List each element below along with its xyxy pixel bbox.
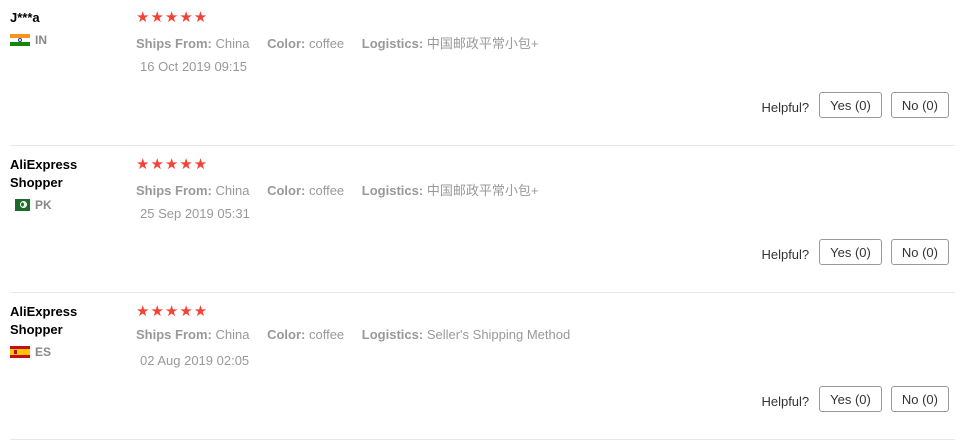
helpful-vote: Helpful? Yes (0) No (0) bbox=[761, 92, 949, 118]
review-item: AliExpress Shopper ES ★★★★★ Ships From: … bbox=[10, 294, 955, 440]
review-date: 02 Aug 2019 02:05 bbox=[140, 353, 250, 368]
logistics-value: Seller's Shipping Method bbox=[426, 327, 571, 342]
ships-from-label: Ships From: bbox=[136, 183, 212, 198]
logistics-label: Logistics: bbox=[361, 327, 424, 342]
reviewer-name: J***a bbox=[10, 10, 40, 25]
helpful-yes-button[interactable]: Yes (0) bbox=[819, 239, 882, 265]
helpful-no-button[interactable]: No (0) bbox=[890, 239, 949, 265]
review-meta: Ships From: China Color: coffee Logistic… bbox=[136, 327, 584, 342]
ships-from-label: Ships From: bbox=[136, 327, 212, 342]
reviewer-info: J***a IN bbox=[10, 9, 120, 47]
review-item: J***a IN ★★★★★ Ships From: China Color: … bbox=[10, 0, 955, 146]
logistics-value: 中国邮政平常小包+ bbox=[426, 36, 539, 51]
color-value: coffee bbox=[308, 36, 345, 51]
helpful-yes-button[interactable]: Yes (0) bbox=[819, 386, 882, 412]
reviewer-name: AliExpress Shopper bbox=[10, 157, 78, 190]
helpful-label: Helpful? bbox=[761, 393, 810, 409]
rating-stars: ★★★★★ bbox=[136, 9, 209, 26]
india-flag-icon bbox=[10, 34, 30, 46]
logistics-label: Logistics: bbox=[361, 36, 424, 51]
color-value: coffee bbox=[308, 327, 345, 342]
country-code: IN bbox=[35, 33, 47, 47]
ships-from-label: Ships From: bbox=[136, 36, 212, 51]
spain-flag-icon bbox=[10, 346, 30, 358]
review-item: AliExpress Shopper PK ★★★★★ Ships From: … bbox=[10, 147, 955, 293]
pakistan-flag-icon bbox=[10, 199, 30, 211]
ships-from-value: China bbox=[215, 327, 250, 342]
reviewer-info: AliExpress Shopper ES bbox=[10, 303, 120, 359]
logistics-label: Logistics: bbox=[361, 183, 424, 198]
rating-stars: ★★★★★ bbox=[136, 156, 209, 173]
review-date: 16 Oct 2019 09:15 bbox=[140, 59, 247, 74]
color-label: Color: bbox=[267, 183, 306, 198]
helpful-label: Helpful? bbox=[761, 246, 810, 262]
helpful-vote: Helpful? Yes (0) No (0) bbox=[761, 239, 949, 265]
review-meta: Ships From: China Color: coffee Logistic… bbox=[136, 180, 552, 199]
color-label: Color: bbox=[267, 327, 306, 342]
helpful-label: Helpful? bbox=[761, 99, 810, 115]
review-meta: Ships From: China Color: coffee Logistic… bbox=[136, 33, 552, 52]
reviewer-info: AliExpress Shopper PK bbox=[10, 156, 120, 212]
helpful-no-button[interactable]: No (0) bbox=[890, 386, 949, 412]
logistics-value: 中国邮政平常小包+ bbox=[426, 183, 539, 198]
ships-from-value: China bbox=[215, 183, 250, 198]
reviewer-country: IN bbox=[10, 33, 120, 47]
review-date: 25 Sep 2019 05:31 bbox=[140, 206, 250, 221]
color-label: Color: bbox=[267, 36, 306, 51]
reviewer-name: AliExpress Shopper bbox=[10, 304, 78, 337]
country-code: PK bbox=[35, 198, 52, 212]
helpful-vote: Helpful? Yes (0) No (0) bbox=[761, 386, 949, 412]
reviewer-country: ES bbox=[10, 345, 120, 359]
reviewer-country: PK bbox=[10, 198, 120, 212]
color-value: coffee bbox=[308, 183, 345, 198]
helpful-no-button[interactable]: No (0) bbox=[890, 92, 949, 118]
ships-from-value: China bbox=[215, 36, 250, 51]
helpful-yes-button[interactable]: Yes (0) bbox=[819, 92, 882, 118]
rating-stars: ★★★★★ bbox=[136, 303, 209, 320]
country-code: ES bbox=[35, 345, 52, 359]
